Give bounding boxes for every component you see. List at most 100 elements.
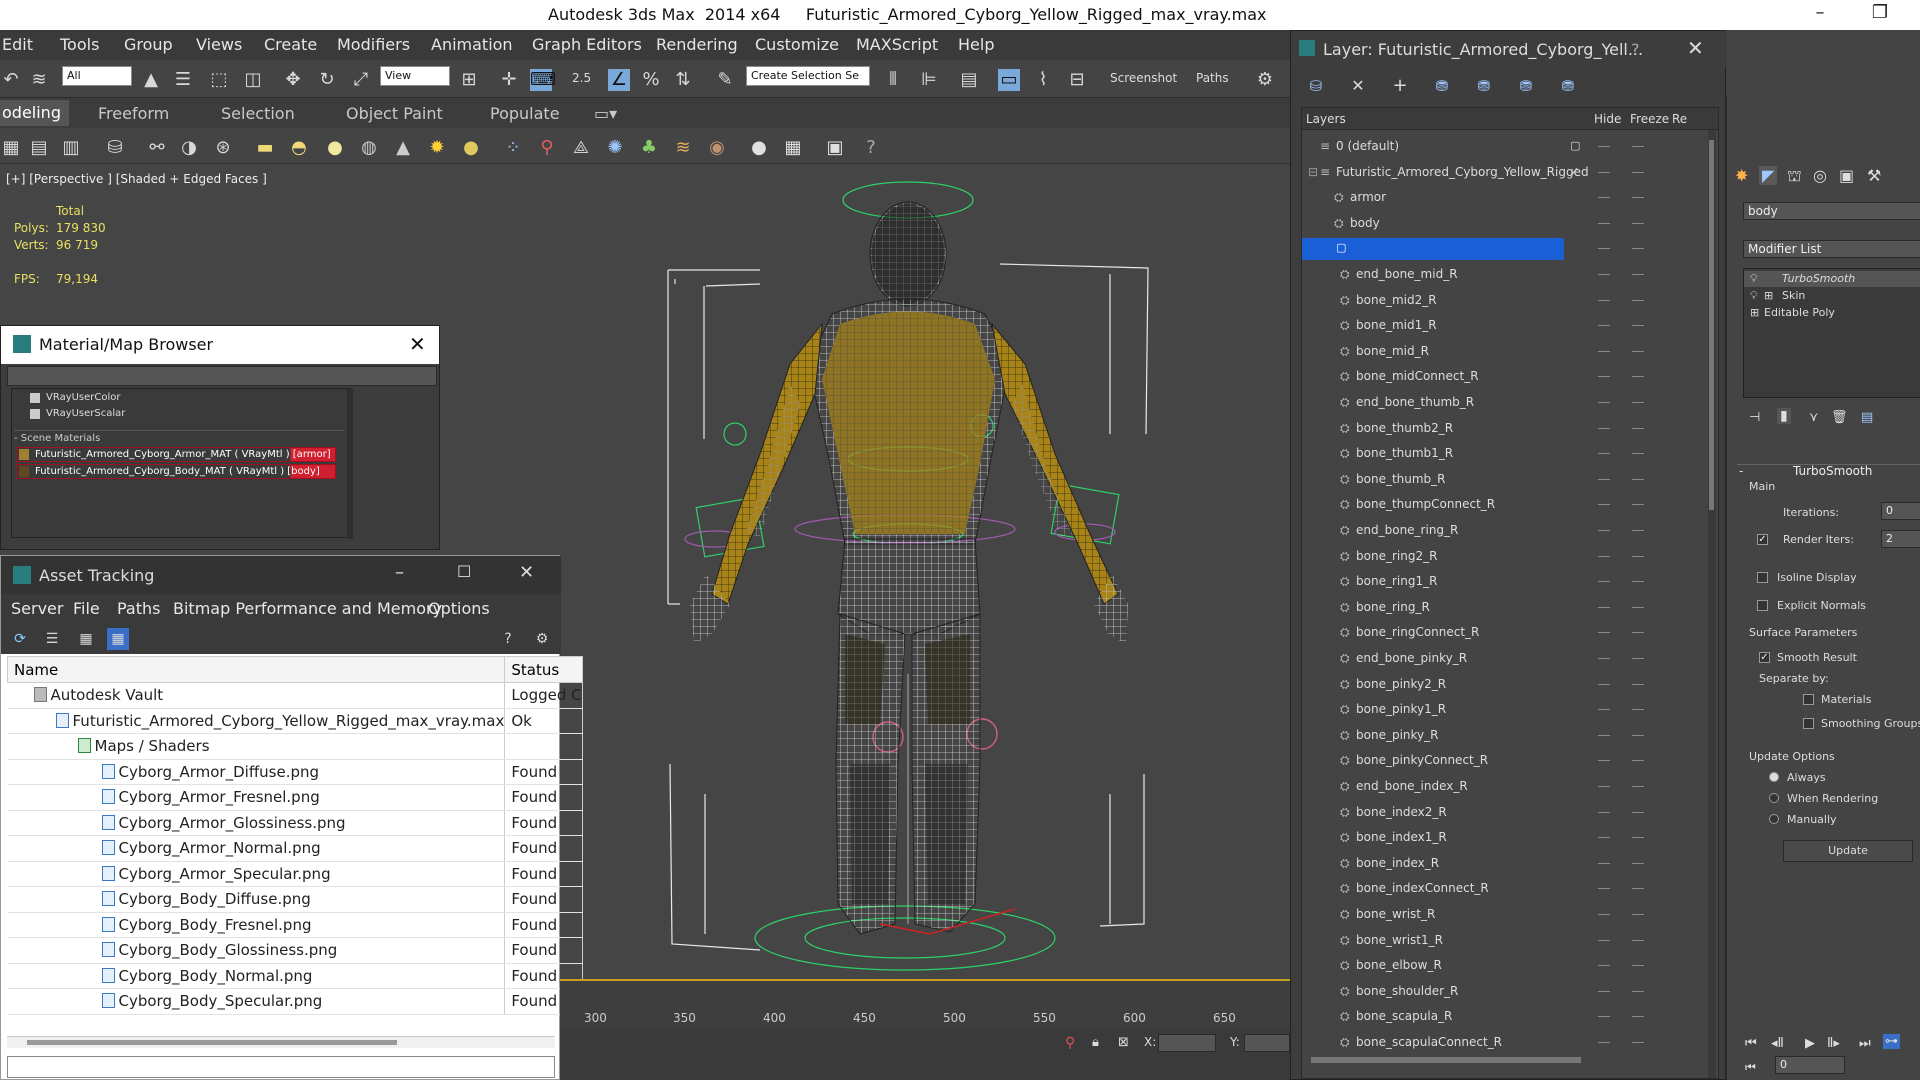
menu-rendering[interactable]: Rendering [656,35,738,54]
hide-toggle[interactable] [1598,350,1610,352]
expand-icon[interactable]: ⊞ [1764,289,1773,302]
list-view-icon[interactable]: ☰ [41,628,63,650]
rectangular-selection-icon[interactable]: ⬚ [208,69,230,91]
move-icon[interactable]: ✥ [282,69,304,91]
layer-row[interactable]: ≡ 0 (default) ▢ [1302,134,1702,160]
list-item[interactable]: VRayUserScalar [46,408,125,419]
menu-maxscript[interactable]: MAXScript [856,35,938,54]
expand-icon[interactable]: ⊞ [1750,306,1759,319]
hide-toggle[interactable] [1598,1042,1610,1043]
pin-stack-icon[interactable]: ⊣ [1749,410,1760,425]
freeze-toggle[interactable] [1632,453,1644,455]
teapot-icon[interactable]: ● [460,137,482,159]
layer-row[interactable]: ⛭ bone_thumb1_R [1302,441,1702,467]
select-layer-icon[interactable]: ⛃ [1473,75,1495,97]
freeze-toggle[interactable] [1632,683,1644,685]
menu-animation[interactable]: Animation [431,35,513,54]
freeze-toggle[interactable] [1632,1042,1644,1043]
scene-materials-section[interactable]: - Scene Materials [14,430,344,444]
layer-row[interactable]: bones▢ [1302,236,1702,262]
layer-row[interactable]: ⛭ end_bone_mid_R [1302,262,1702,288]
table-row[interactable]: Cyborg_Armor_Normal.png Found [7,835,583,862]
hide-toggle[interactable] [1598,888,1610,890]
foliage-icon[interactable]: ♣ [638,137,660,159]
freeze-toggle[interactable] [1632,530,1644,531]
material-row-armor[interactable]: Futuristic_Armored_Cyborg_Armor_MAT ( VR… [16,447,336,462]
layer-row[interactable]: ⛭ bone_mid2_R [1302,288,1702,314]
freeze-toggle[interactable] [1632,811,1644,813]
update-button[interactable]: Update [1783,840,1913,862]
hide-toggle[interactable] [1598,939,1610,941]
freeze-toggle[interactable] [1632,171,1644,173]
list-item[interactable]: VRayUserColor [46,392,121,403]
freeze-toggle[interactable] [1632,504,1644,506]
collapse-icon[interactable]: ⊟ [1308,165,1318,179]
table-row[interactable]: Futuristic_Armored_Cyborg_Yellow_Rigged_… [7,708,583,734]
freeze-toggle[interactable] [1632,478,1644,480]
set-current-layer-icon[interactable]: ⛃ [1515,75,1537,97]
ribbon-tool-icon[interactable]: ⊛ [212,137,234,159]
column-header-name[interactable]: Name [6,656,506,683]
freeze-toggle[interactable] [1632,888,1644,890]
layer-row[interactable]: ⛭ bone_pinky1_R [1302,697,1702,723]
freeze-toggle[interactable] [1632,786,1644,787]
minimize-icon[interactable]: – [1800,2,1840,23]
render-frame-icon[interactable]: ▦ [782,137,804,159]
configure-sets-icon[interactable]: ▤ [1861,410,1873,425]
select-manipulate-icon[interactable]: ✛ [498,69,520,91]
layer-row[interactable]: ⛭ bone_index2_R [1302,800,1702,826]
current-layer-box-icon[interactable]: ▢ [1302,238,1564,261]
hide-toggle[interactable] [1598,837,1610,839]
layer-filter-icon[interactable]: ⛁ [1305,75,1327,97]
layer-row[interactable]: ⛭ bone_ring_R [1302,595,1702,621]
lightbulb-icon[interactable]: 💡︎ [1750,289,1758,303]
modifier-stack-item[interactable]: 💡︎ ⊞ Skin [1744,288,1920,304]
key-icon[interactable]: ⚲ [1065,1035,1075,1051]
layer-row[interactable]: ⛭ bone_wrist1_R [1302,928,1702,954]
ribbon-tool-icon[interactable]: ▤ [28,137,50,159]
tab-selection[interactable]: Selection [221,104,295,123]
tab-modeling[interactable]: odeling [0,100,69,126]
horizontal-scrollbar[interactable] [7,1036,555,1048]
table-row[interactable]: Cyborg_Body_Normal.png Found [7,963,583,989]
menu-views[interactable]: Views [196,35,242,54]
smoothing-groups-checkbox[interactable] [1803,718,1814,729]
freeze-toggle[interactable] [1632,862,1644,864]
table-row[interactable]: Cyborg_Body_Glossiness.png Found [7,937,583,964]
material-sphere-icon[interactable]: ● [748,137,770,159]
hide-toggle[interactable] [1598,683,1610,685]
layer-row[interactable]: ⛭ bone_scapula_R [1302,1004,1702,1030]
layer-row[interactable]: ⛭ bone_scapulaConnect_R [1302,1030,1702,1056]
tab-object-paint[interactable]: Object Paint [346,104,443,123]
layer-row[interactable]: ⛭ bone_elbow_R [1302,953,1702,979]
remove-modifier-icon[interactable]: 🗑︎ [1831,410,1848,425]
hide-toggle[interactable] [1598,658,1610,659]
schematic-view-icon[interactable]: ⊟ [1066,69,1088,91]
ribbon-tool-icon[interactable]: ▥ [60,137,82,159]
layer-row[interactable]: ⛭ bone_pinkyConnect_R [1302,748,1702,774]
helper-icon[interactable]: ⟁ [570,137,592,159]
play-icon[interactable]: ▶ [1805,1036,1815,1051]
menu-create[interactable]: Create [264,35,317,54]
render-iters-checkbox[interactable]: ✓ [1757,534,1768,545]
freeze-toggle[interactable] [1632,427,1644,429]
delete-layer-icon[interactable]: ✕ [1347,75,1369,97]
render-iters-field[interactable]: 2 [1881,530,1920,548]
ribbon-tool-icon[interactable]: ⚯ [146,137,168,159]
scrollbar-thumb[interactable] [1709,140,1714,510]
menu-modifiers[interactable]: Modifiers [337,35,410,54]
help-icon[interactable]: ? [1631,40,1640,59]
close-icon[interactable]: ✕ [1687,36,1704,60]
layer-row[interactable]: ⛭ bone_midConnect_R [1302,364,1702,390]
freeze-toggle[interactable] [1632,760,1644,762]
close-icon[interactable]: ✕ [409,332,426,356]
keyboard-shortcut-icon[interactable]: ⌨ [530,69,556,91]
collapse-icon[interactable]: - [1739,464,1743,478]
add-layer-icon[interactable]: + [1389,75,1411,97]
freeze-toggle[interactable] [1632,939,1644,941]
column-header-hide[interactable]: Hide [1594,112,1621,126]
lightbulb-icon[interactable]: 💡︎ [1750,272,1758,286]
spinner-snap-icon[interactable]: ⇅ [672,69,694,91]
freeze-toggle[interactable] [1632,350,1644,352]
table-row[interactable]: Cyborg_Body_Diffuse.png Found [7,886,583,913]
